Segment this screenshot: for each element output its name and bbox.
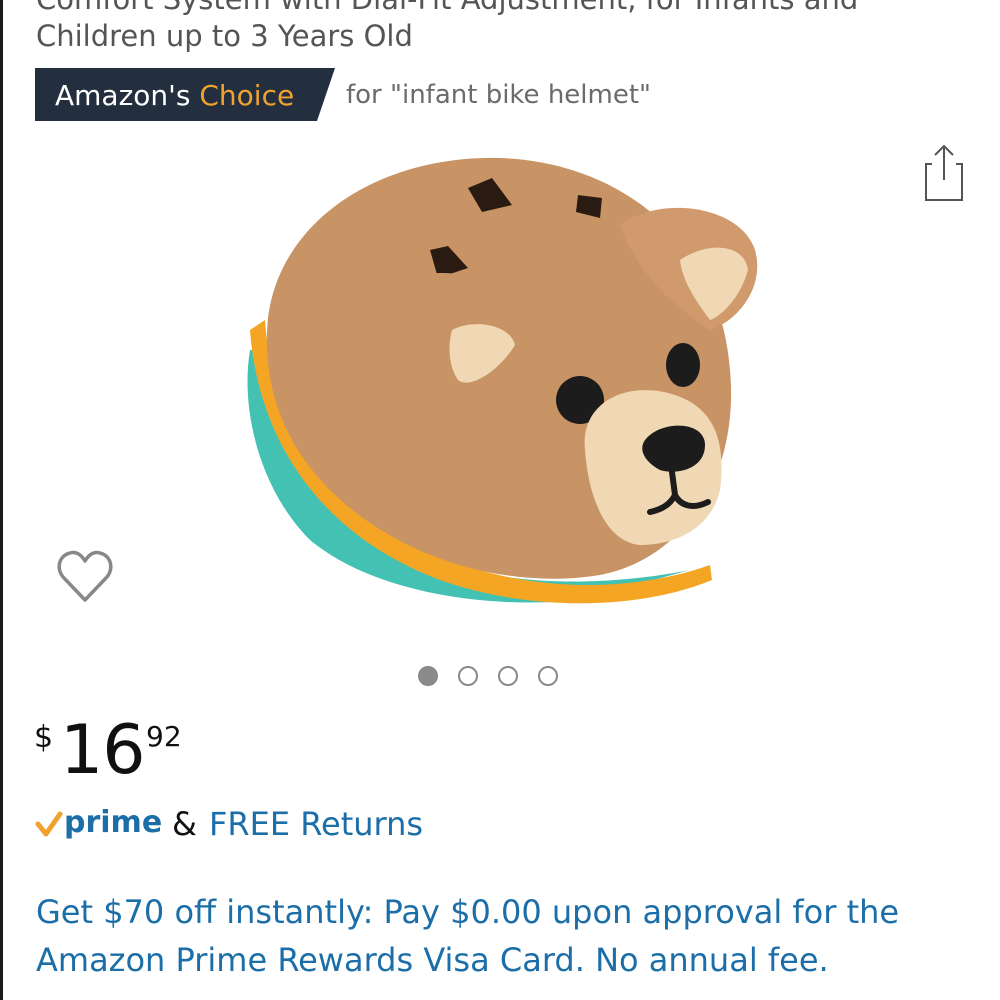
prime-check-icon: prime bbox=[35, 805, 162, 840]
carousel-dot[interactable] bbox=[458, 666, 478, 686]
free-returns-link[interactable]: FREE Returns bbox=[209, 805, 423, 843]
badge-label-accent: Choice bbox=[199, 79, 295, 112]
carousel-dot[interactable] bbox=[538, 666, 558, 686]
price-whole: 16 bbox=[60, 711, 146, 790]
price-fraction: 92 bbox=[146, 720, 182, 753]
heart-outline-icon bbox=[57, 550, 113, 602]
carousel-dot[interactable] bbox=[418, 666, 438, 686]
left-edge-border bbox=[0, 0, 3, 1000]
prime-label: prime bbox=[64, 805, 162, 840]
image-carousel-indicators bbox=[418, 666, 558, 694]
shipping-row: prime & FREE Returns bbox=[34, 796, 423, 852]
bear-helmet-illustration bbox=[247, 157, 758, 604]
credit-card-promo-link[interactable]: Get $70 off instantly: Pay $0.00 upon ap… bbox=[36, 888, 976, 984]
product-title-line-2: Children up to 3 Years Old bbox=[36, 19, 413, 53]
prime-logo: prime bbox=[34, 802, 164, 846]
badge-label: Amazon's Choice bbox=[55, 68, 294, 121]
amazons-choice-badge[interactable]: Amazon's Choice bbox=[35, 68, 335, 121]
price-currency-symbol: $ bbox=[34, 720, 54, 755]
share-button[interactable] bbox=[922, 142, 966, 202]
prime-ampersand: & bbox=[172, 805, 197, 843]
badge-label-primary: Amazon's bbox=[55, 79, 191, 112]
wishlist-button[interactable] bbox=[56, 548, 114, 604]
carousel-dot[interactable] bbox=[498, 666, 518, 686]
product-image[interactable] bbox=[220, 150, 780, 630]
share-icon bbox=[925, 144, 963, 201]
badge-search-context[interactable]: for "infant bike helmet" bbox=[346, 74, 651, 116]
